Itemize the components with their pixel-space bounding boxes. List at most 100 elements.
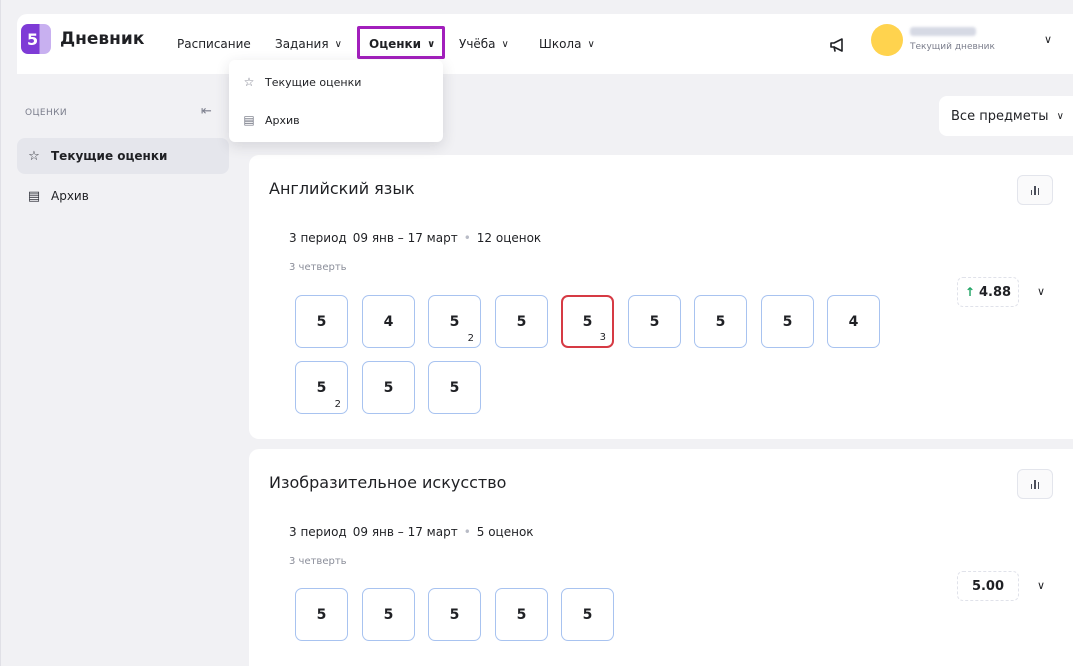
grade-value: 5 (782, 313, 793, 330)
grade-value: 5 (383, 606, 394, 623)
nav-school[interactable]: Школа ∨ (539, 34, 595, 54)
bar-chart-icon (1030, 484, 1033, 489)
subject-title: Изобразительное искусство (269, 473, 507, 492)
grades-dropdown-menu: ☆ Текущие оценки ▤ Архив (229, 60, 443, 142)
megaphone-icon[interactable] (827, 34, 849, 56)
period-name: 3 период (289, 525, 347, 539)
chevron-down-icon[interactable]: ∨ (1044, 33, 1052, 46)
subjects-filter-select[interactable]: Все предметы ∨ (939, 96, 1073, 136)
logo-text[interactable]: Дневник (60, 29, 144, 49)
grade-cell-highlighted[interactable]: 53 (561, 295, 614, 348)
archive-icon: ▤ (243, 113, 255, 127)
grade-value: 5 (582, 313, 593, 330)
grade-cell[interactable]: 5 (628, 295, 681, 348)
grade-cell[interactable]: 52 (428, 295, 481, 348)
user-subtitle: Текущий дневник (910, 42, 995, 52)
archive-icon: ▤ (27, 188, 41, 204)
quarter-label: 3 четверть (289, 262, 347, 273)
stats-button[interactable] (1017, 469, 1053, 499)
sidebar-item-label: Текущие оценки (51, 149, 168, 163)
user-name-blurred (910, 27, 976, 36)
stats-button[interactable] (1017, 175, 1053, 205)
grade-cell[interactable]: 4 (362, 295, 415, 348)
app-window: 5 Дневник Расписание Задания ∨ Оценки ∨ … (0, 0, 1073, 666)
grade-value: 5 (516, 606, 527, 623)
grade-value: 4 (848, 313, 859, 330)
separator-dot: • (463, 525, 471, 539)
chevron-down-icon: ∨ (334, 38, 342, 50)
grade-weight: 2 (334, 399, 341, 410)
grade-cell[interactable]: 5 (561, 588, 614, 641)
period-name: 3 период (289, 231, 347, 245)
grades-count: 12 оценок (476, 231, 542, 245)
grade-value: 5 (316, 606, 327, 623)
grade-cell[interactable]: 5 (428, 361, 481, 414)
filter-label: Все предметы (951, 108, 1049, 124)
nav-school-label: Школа (539, 37, 582, 51)
subject-title: Английский язык (269, 179, 415, 198)
dropdown-item-archive[interactable]: ▤ Архив (229, 104, 443, 136)
grade-value: 5 (449, 379, 460, 396)
grade-cell[interactable]: 5 (761, 295, 814, 348)
grades-count: 5 оценок (476, 525, 534, 539)
grade-cell[interactable]: 5 (694, 295, 747, 348)
trend-up-icon: ↑ (964, 285, 975, 299)
period-info: 3 период 09 янв – 17 март • 12 оценок (289, 231, 541, 245)
separator-dot: • (463, 231, 471, 245)
sidebar-item-label: Архив (51, 189, 89, 203)
star-icon: ☆ (28, 148, 40, 164)
grade-cell[interactable]: 5 (295, 295, 348, 348)
grade-value: 5 (383, 379, 394, 396)
grade-cell[interactable]: 5 (295, 588, 348, 641)
grade-value: 5 (449, 606, 460, 623)
chevron-down-icon[interactable]: ∨ (1037, 579, 1045, 592)
nav-grades-highlight-frame (357, 26, 445, 59)
grade-value: 5 (316, 313, 327, 330)
avatar[interactable] (871, 24, 903, 56)
dropdown-item-label: Архив (265, 113, 300, 127)
grade-value: 5 (316, 379, 327, 396)
chevron-down-icon: ∨ (1056, 110, 1064, 122)
nav-schedule[interactable]: Расписание (177, 34, 251, 54)
chevron-down-icon[interactable]: ∨ (1037, 285, 1045, 298)
nav-study-label: Учёба (459, 37, 496, 51)
grade-value: 5 (649, 313, 660, 330)
grade-value: 5 (582, 606, 593, 623)
grade-cell[interactable]: 52 (295, 361, 348, 414)
grade-value: 5 (715, 313, 726, 330)
top-bar: 5 Дневник Расписание Задания ∨ Оценки ∨ … (17, 14, 1073, 74)
star-icon: ☆ (243, 75, 255, 89)
grade-value: 4 (383, 313, 394, 330)
sidebar-title: ОЦЕНКИ (25, 108, 68, 118)
chevron-down-icon: ∨ (501, 38, 509, 50)
grade-cell[interactable]: 5 (362, 361, 415, 414)
grade-value: 5 (516, 313, 527, 330)
nav-tasks[interactable]: Задания ∨ (275, 34, 342, 54)
sidebar-item-current-grades[interactable]: ☆ Текущие оценки (17, 138, 229, 174)
grade-cell[interactable]: 5 (495, 295, 548, 348)
logo-number: 5 (27, 29, 39, 49)
dropdown-item-current-grades[interactable]: ☆ Текущие оценки (229, 66, 443, 98)
average-grade-badge[interactable]: ↑ 4.88 (957, 277, 1019, 307)
sidebar-item-archive[interactable]: ▤ Архив (17, 178, 229, 214)
period-dates: 09 янв – 17 март (352, 525, 458, 539)
nav-study[interactable]: Учёба ∨ (459, 34, 509, 54)
chevron-down-icon: ∨ (587, 38, 595, 50)
quarter-label: 3 четверть (289, 556, 347, 567)
grade-value: 5 (449, 313, 460, 330)
subject-card: Изобразительное искусство 3 период 09 ян… (249, 449, 1073, 666)
average-value: 4.88 (978, 284, 1012, 300)
nav-schedule-label: Расписание (177, 37, 251, 51)
dropdown-item-label: Текущие оценки (265, 75, 362, 89)
grade-cell[interactable]: 5 (495, 588, 548, 641)
collapse-sidebar-icon[interactable]: ⇤ (201, 104, 212, 119)
average-value: 5.00 (971, 578, 1005, 594)
period-info: 3 период 09 янв – 17 март • 5 оценок (289, 525, 534, 539)
grade-cell[interactable]: 4 (827, 295, 880, 348)
grade-cell[interactable]: 5 (362, 588, 415, 641)
grade-weight: 3 (599, 332, 606, 343)
logo-icon[interactable]: 5 (21, 24, 51, 54)
grade-cell[interactable]: 5 (428, 588, 481, 641)
average-grade-badge[interactable]: 5.00 (957, 571, 1019, 601)
bar-chart-icon (1030, 190, 1033, 195)
